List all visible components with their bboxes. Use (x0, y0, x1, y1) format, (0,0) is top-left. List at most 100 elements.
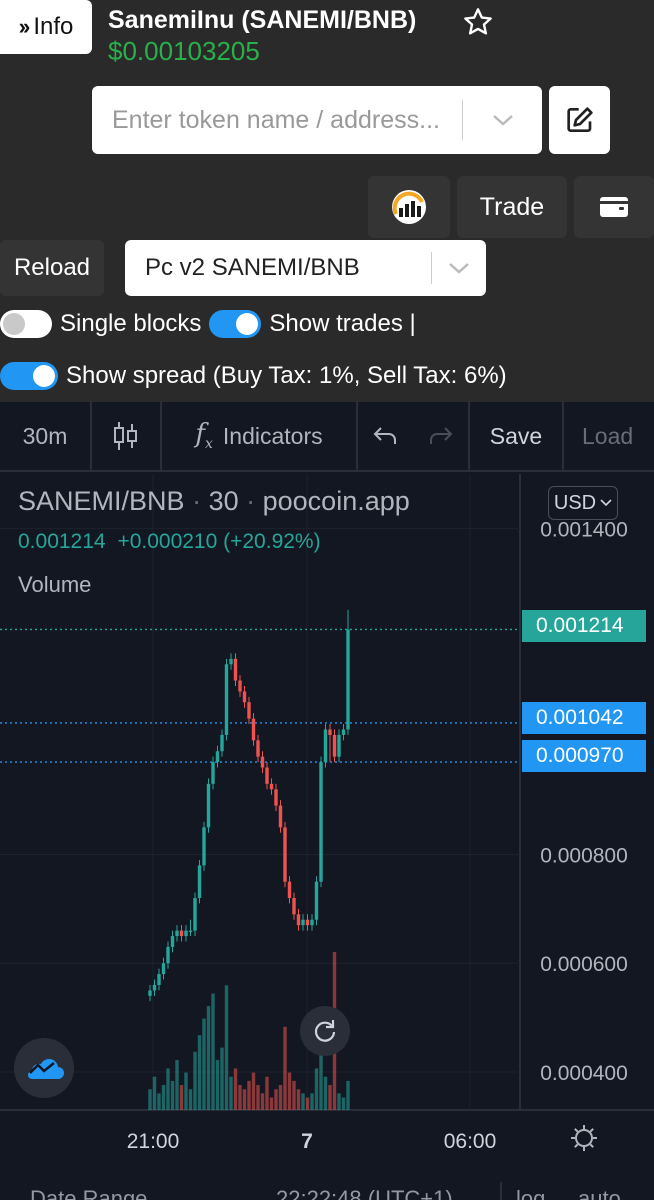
tradingview-logo-button[interactable] (14, 1038, 74, 1098)
candle-body (206, 783, 211, 828)
candle-body (296, 914, 301, 926)
candle-body (170, 936, 175, 947)
candle-body (166, 946, 170, 964)
reload-button[interactable]: Reload (0, 240, 104, 296)
token-search[interactable] (92, 86, 542, 154)
candle-body (233, 658, 238, 681)
currency-button[interactable]: USD (548, 486, 618, 520)
volume-bar (184, 1072, 188, 1110)
reset-chart-button[interactable] (300, 1006, 350, 1056)
x-tick-label: 06:00 (444, 1130, 497, 1153)
volume-bar (229, 1076, 233, 1110)
volume-bar (265, 1076, 269, 1110)
legend-symbol: SANEMI/BNB (18, 486, 185, 516)
volume-bar (215, 1060, 220, 1110)
volume-bar (256, 1085, 260, 1110)
volume-bar (310, 1093, 314, 1110)
utc-time[interactable]: 22:22:48 (UTC+1) (276, 1186, 453, 1200)
candle-body (193, 898, 197, 931)
chart-footer: Date Range ⌄ 22:22:48 (UTC+1) log auto (0, 1182, 654, 1200)
single-blocks-label: Single blocks (60, 310, 202, 337)
search-input[interactable] (92, 105, 462, 135)
candle-body (197, 865, 202, 898)
chart-widget: 30m fx Indicators Save Load 0.001400 0.00… (0, 401, 654, 1200)
log-toggle[interactable]: log (516, 1186, 545, 1200)
volume-bar (197, 1035, 202, 1110)
footer-divider (500, 1182, 502, 1200)
pair-select-value: Pc v2 SANEMI/BNB (145, 254, 360, 281)
candle-body (274, 789, 278, 806)
legend-dot: · (246, 486, 263, 516)
candle-body (242, 691, 247, 703)
candle-body (328, 729, 332, 735)
date-range-button[interactable]: Date Range (30, 1186, 147, 1200)
legend-interval: 30 (208, 486, 239, 516)
volume-bar (170, 1080, 175, 1110)
cloud-chart-icon (28, 1059, 64, 1079)
volume-bar (233, 1068, 238, 1110)
price-tag-last: 0.001214 (522, 610, 646, 642)
volume-bar (247, 1080, 251, 1110)
candle-body (247, 702, 251, 719)
info-button[interactable]: ›› Info (0, 0, 92, 54)
single-blocks-toggle[interactable] (0, 310, 52, 338)
currency-label: USD (553, 491, 597, 514)
legend-title: SANEMI/BNB · 30 · poocoin.app (18, 486, 410, 517)
star-icon[interactable] (462, 6, 494, 38)
candle-body (179, 930, 184, 937)
volume-bar (287, 1072, 292, 1110)
candle-body (202, 827, 206, 866)
candle-body (148, 990, 152, 996)
volume-bar (301, 1093, 305, 1110)
price-tag-spread-high: 0.001042 (522, 702, 646, 734)
price-chart[interactable]: 0.001400 0.000800 0.000600 0.000400 21:00 7 06… (0, 402, 654, 1200)
volume-bar (148, 1089, 152, 1110)
volume-bar (337, 1093, 341, 1110)
volume-bar (323, 1076, 328, 1110)
legend-dot: · (192, 486, 209, 516)
auto-toggle[interactable]: auto (578, 1186, 621, 1200)
candle-body (184, 930, 188, 937)
price-tag-spread-low: 0.000970 (522, 740, 646, 772)
volume-bar (238, 1085, 242, 1110)
volume-bar (193, 1051, 197, 1110)
volume-bar (260, 1093, 265, 1110)
y-tick-label: 0.000600 (540, 953, 628, 976)
candle-body (323, 729, 328, 763)
wallet-icon (600, 197, 628, 217)
y-tick-label: 0.001400 (540, 518, 628, 541)
settings-gear-icon[interactable] (571, 1125, 597, 1151)
info-label: Info (33, 13, 74, 40)
chevron-down-icon[interactable] (463, 112, 542, 128)
wallet-button[interactable] (574, 176, 654, 238)
candle-body (188, 930, 193, 933)
candle-body (319, 762, 323, 882)
volume-bar (211, 993, 215, 1110)
y-tick-label: 0.000800 (540, 845, 628, 868)
show-trades-toggle[interactable] (209, 310, 262, 338)
candle-body (260, 756, 265, 768)
chevron-down-icon[interactable] (432, 260, 486, 276)
volume-bar (179, 1085, 184, 1110)
volume-bar (346, 1080, 350, 1110)
legend-last: 0.001214 (18, 530, 106, 553)
volume-bar (175, 1060, 179, 1110)
candle-body (310, 919, 314, 926)
pair-select[interactable]: Pc v2 SANEMI/BNB (125, 240, 486, 296)
chart-mode-button[interactable] (368, 176, 450, 238)
candle-body (175, 930, 179, 937)
candle-body (301, 919, 305, 926)
candle-body (152, 984, 157, 991)
show-spread-toggle[interactable] (0, 362, 58, 390)
edit-icon (566, 107, 593, 132)
y-tick-label: 0.000400 (540, 1062, 628, 1085)
volume-bar (161, 1085, 166, 1110)
legend-change: +0.000210 (+20.92%) (117, 530, 321, 553)
legend-volume: Volume (18, 572, 92, 597)
legend-quote: 0.001214 +0.000210 (+20.92%) (18, 530, 321, 554)
x-tick-label: 21:00 (127, 1130, 180, 1153)
edit-button[interactable] (549, 86, 610, 154)
candle-body (346, 629, 350, 730)
toggle-row-spread: Show spread (Buy Tax: 1%, Sell Tax: 6%) (0, 362, 507, 390)
trade-button[interactable]: Trade (457, 176, 567, 238)
